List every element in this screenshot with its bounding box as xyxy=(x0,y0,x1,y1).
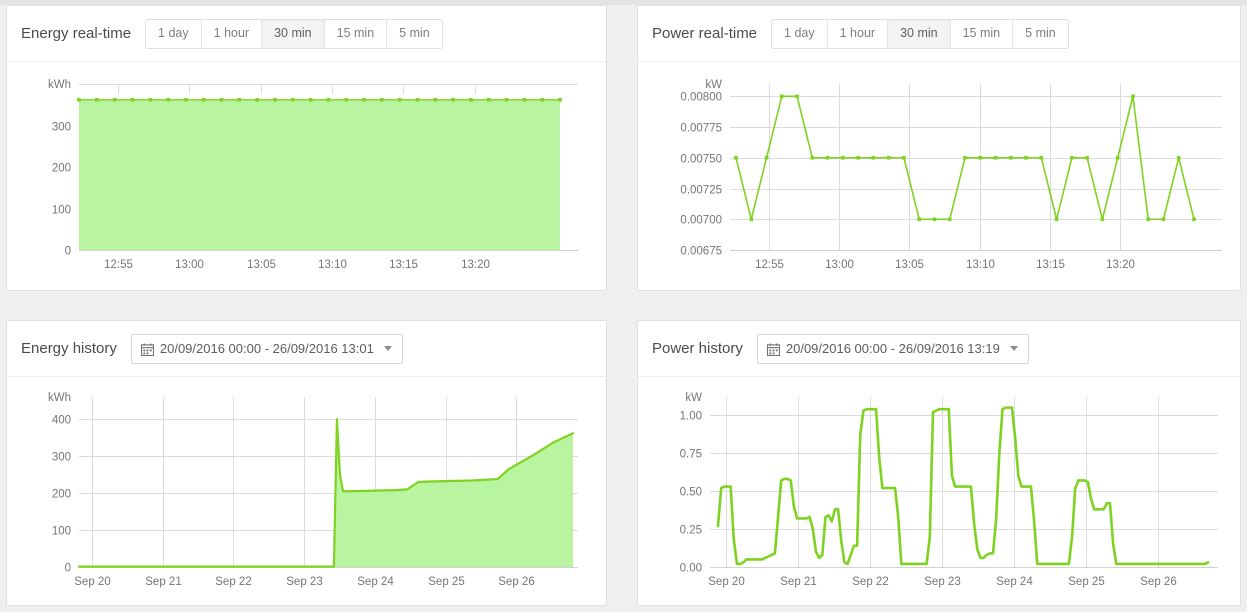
svg-text:0.00675: 0.00675 xyxy=(680,246,722,258)
date-range-picker-energy-history[interactable]: 20/09/2016 00:00 - 26/09/2016 13:01 xyxy=(130,333,403,364)
calendar-icon xyxy=(766,342,780,356)
svg-text:Sep 21: Sep 21 xyxy=(145,576,181,588)
svg-text:Sep 21: Sep 21 xyxy=(780,576,816,588)
svg-text:kW: kW xyxy=(705,79,722,91)
svg-text:13:00: 13:00 xyxy=(175,259,204,271)
svg-text:13:05: 13:05 xyxy=(247,259,276,271)
svg-text:400: 400 xyxy=(52,415,71,427)
chart-body-energy-history: kWh 0 100 200 300 400 Sep 20 Sep 21 Sep 22 Sep 23… xyxy=(7,377,606,605)
svg-text:Sep 24: Sep 24 xyxy=(996,576,1033,588)
svg-text:0.00800: 0.00800 xyxy=(680,92,722,104)
panel-title-power-realtime: Power real-time xyxy=(652,25,758,42)
date-range-value-power-history: 20/09/2016 00:00 - 26/09/2016 13:19 xyxy=(785,340,1000,356)
svg-text:kWh: kWh xyxy=(48,392,71,404)
svg-text:Sep 22: Sep 22 xyxy=(215,576,251,588)
svg-text:0.00700: 0.00700 xyxy=(680,215,722,227)
range-button-1-day[interactable]: 1 day xyxy=(772,19,828,48)
svg-text:Sep 20: Sep 20 xyxy=(708,576,744,588)
range-selector-energy-realtime: 1 day 1 hour 30 min 15 min 5 min xyxy=(145,18,443,49)
svg-text:0.75: 0.75 xyxy=(680,449,702,461)
svg-text:300: 300 xyxy=(52,122,71,134)
chevron-down-icon xyxy=(383,345,392,351)
svg-text:13:15: 13:15 xyxy=(389,259,418,271)
svg-text:Sep 26: Sep 26 xyxy=(1140,576,1176,588)
svg-text:Sep 26: Sep 26 xyxy=(498,576,534,588)
svg-text:300: 300 xyxy=(52,452,71,464)
svg-text:0: 0 xyxy=(65,563,71,575)
svg-text:13:00: 13:00 xyxy=(825,259,854,271)
panel-energy-history: Energy history 20/09/2016 00:00 - 26/09/… xyxy=(6,320,607,606)
svg-text:200: 200 xyxy=(52,489,71,501)
range-button-30-min[interactable]: 30 min xyxy=(262,19,325,48)
panel-title-energy-realtime: Energy real-time xyxy=(21,25,132,42)
energy-history-chart: kWh 0 100 200 300 400 Sep 20 Sep 21 Sep 22 Sep 23… xyxy=(48,392,578,588)
panel-header-power-realtime: Power real-time 1 day 1 hour 30 min 15 m… xyxy=(638,6,1240,62)
svg-text:13:15: 13:15 xyxy=(1036,259,1065,271)
panel-header-power-history: Power history 20/09/2016 00:00 - 26/09/2… xyxy=(638,321,1240,377)
chart-body-energy-realtime: kWh 0 100 200 300 12:55 13:00 13:05 13:10 13:15 13… xyxy=(7,62,606,290)
svg-text:12:55: 12:55 xyxy=(104,259,133,271)
svg-text:0.00775: 0.00775 xyxy=(680,123,722,135)
panel-power-realtime: Power real-time 1 day 1 hour 30 min 15 m… xyxy=(637,5,1241,291)
svg-text:100: 100 xyxy=(52,526,71,538)
power-realtime-chart: kW 0.00675 0.00700 0.00725 0.00750 0.00775 0.0… xyxy=(680,79,1222,271)
range-button-5-min[interactable]: 5 min xyxy=(387,19,442,48)
svg-text:200: 200 xyxy=(52,163,71,175)
range-button-15-min[interactable]: 15 min xyxy=(324,19,388,48)
range-button-1-day[interactable]: 1 day xyxy=(146,19,202,48)
panel-power-history: Power history 20/09/2016 00:00 - 26/09/2… xyxy=(637,320,1241,606)
date-range-picker-power-history[interactable]: 20/09/2016 00:00 - 26/09/2016 13:19 xyxy=(756,333,1029,364)
panel-title-power-history: Power history xyxy=(652,340,743,357)
svg-text:13:20: 13:20 xyxy=(1106,259,1135,271)
dashboard-root: Energy real-time 1 day 1 hour 30 min 15 … xyxy=(0,0,1247,612)
svg-text:kW: kW xyxy=(685,392,702,404)
svg-text:Sep 20: Sep 20 xyxy=(74,576,110,588)
svg-text:Sep 25: Sep 25 xyxy=(428,576,464,588)
svg-text:Sep 23: Sep 23 xyxy=(286,576,322,588)
panel-header-energy-realtime: Energy real-time 1 day 1 hour 30 min 15 … xyxy=(7,6,606,62)
svg-text:0.50: 0.50 xyxy=(680,487,702,499)
range-button-30-min[interactable]: 30 min xyxy=(888,19,951,48)
svg-text:kWh: kWh xyxy=(48,79,71,91)
svg-text:100: 100 xyxy=(52,205,71,217)
date-range-value-energy-history: 20/09/2016 00:00 - 26/09/2016 13:01 xyxy=(159,340,374,356)
panel-energy-realtime: Energy real-time 1 day 1 hour 30 min 15 … xyxy=(6,5,607,291)
svg-text:Sep 22: Sep 22 xyxy=(852,576,888,588)
panel-title-energy-history: Energy history xyxy=(21,340,117,357)
svg-text:1.00: 1.00 xyxy=(680,411,702,423)
svg-text:13:05: 13:05 xyxy=(895,259,924,271)
panel-header-energy-history: Energy history 20/09/2016 00:00 - 26/09/… xyxy=(7,321,606,377)
svg-text:13:10: 13:10 xyxy=(318,259,347,271)
svg-text:Sep 25: Sep 25 xyxy=(1068,576,1104,588)
chevron-down-icon xyxy=(1009,345,1018,351)
range-button-5-min[interactable]: 5 min xyxy=(1013,19,1068,48)
chart-body-power-history: kW 0.00 0.25 0.50 0.75 1.00 Sep 20 Sep 21 Sep 22… xyxy=(638,377,1240,605)
range-selector-power-realtime: 1 day 1 hour 30 min 15 min 5 min xyxy=(771,18,1069,49)
svg-text:Sep 23: Sep 23 xyxy=(924,576,960,588)
calendar-icon xyxy=(140,342,154,356)
svg-text:13:20: 13:20 xyxy=(461,259,490,271)
power-history-chart: kW 0.00 0.25 0.50 0.75 1.00 Sep 20 Sep 21 Sep 22… xyxy=(680,392,1218,588)
svg-text:12:55: 12:55 xyxy=(755,259,784,271)
energy-realtime-chart: kWh 0 100 200 300 12:55 13:00 13:05 13:10 13:15 13… xyxy=(48,79,578,271)
range-button-1-hour[interactable]: 1 hour xyxy=(827,19,889,48)
svg-text:13:10: 13:10 xyxy=(966,259,995,271)
chart-body-power-realtime: kW 0.00675 0.00700 0.00725 0.00750 0.00775 0.0… xyxy=(638,62,1240,290)
range-button-15-min[interactable]: 15 min xyxy=(950,19,1014,48)
svg-text:0: 0 xyxy=(65,246,71,258)
svg-text:Sep 24: Sep 24 xyxy=(357,576,394,588)
svg-text:0.00: 0.00 xyxy=(680,563,702,575)
svg-text:0.00725: 0.00725 xyxy=(680,185,722,197)
range-button-1-hour[interactable]: 1 hour xyxy=(201,19,263,48)
svg-text:0.25: 0.25 xyxy=(680,525,702,537)
svg-text:0.00750: 0.00750 xyxy=(680,154,722,166)
